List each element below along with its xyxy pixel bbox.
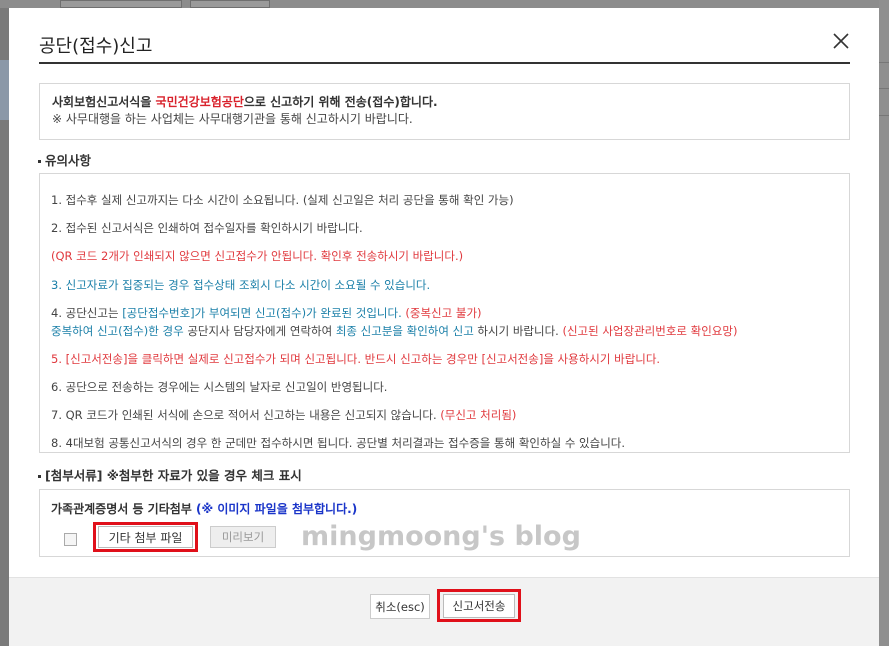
attachments-heading-text: [첨부서류] ※첨부한 자료가 있을 경우 체크 표시 xyxy=(45,468,302,483)
send-report-button[interactable]: 신고서전송 xyxy=(443,594,515,618)
agency-name: 국민건강보험공단 xyxy=(155,95,244,109)
preview-button[interactable]: 미리보기 xyxy=(210,526,276,548)
notice-sub: ※ 사무대행을 하는 사업체는 사무대행기관을 통해 신고하시기 바랍니다. xyxy=(52,112,413,126)
dialog-title: 공단(접수)신고 xyxy=(39,36,153,57)
attachment-checkbox[interactable] xyxy=(64,533,77,546)
attachment-hint: (※ 이미지 파일을 첨부합니다.) xyxy=(196,502,358,516)
note-text: 공단지사 담당자에게 연락하여 xyxy=(187,324,336,338)
bullet-icon xyxy=(38,475,41,478)
note-text: [공단접수번호]가 부여되면 신고(접수)가 완료된 것입니다. xyxy=(122,306,402,320)
close-icon xyxy=(833,33,849,49)
note-text: 4. 공단신고는 xyxy=(51,306,123,320)
note-item: 1. 접수후 실제 신고까지는 다소 시간이 소요됩니다. (실제 신고일은 처… xyxy=(51,193,514,207)
dialog-footer: 취소(esc) 신고서전송 xyxy=(9,577,879,646)
cancel-button[interactable]: 취소(esc) xyxy=(370,594,430,619)
precautions-heading-text: 유의사항 xyxy=(45,153,92,168)
attachments-heading: [첨부서류] ※첨부한 자료가 있을 경우 체크 표시 xyxy=(38,465,302,484)
close-button[interactable] xyxy=(830,30,852,52)
note-item: 7. QR 코드가 인쇄된 서식에 손으로 적어서 신고하는 내용은 신고되지 … xyxy=(51,407,516,423)
background-cell xyxy=(60,0,182,8)
note-text: (신고된 사업장관리번호로 확인요망) xyxy=(562,324,738,338)
note-text: 최종 신고분을 확인하여 신고 xyxy=(335,324,474,338)
note-item: (QR 코드 2개가 인쇄되지 않으면 신고접수가 안됩니다. 확인후 전송하시… xyxy=(51,249,464,263)
note-item: 2. 접수된 신고서식은 인쇄하여 접수일자를 확인하시기 바랍니다. xyxy=(51,221,363,235)
bullet-icon xyxy=(38,160,41,163)
note-text: 하시기 바랍니다. xyxy=(473,324,563,338)
attach-file-button[interactable]: 기타 첨부 파일 xyxy=(98,526,193,548)
attachment-title-text: 가족관계증명서 등 기타첨부 xyxy=(51,502,197,516)
background-row-line xyxy=(879,88,889,89)
background-cell xyxy=(190,0,270,8)
note-item: 6. 공단으로 전송하는 경우에는 시스템의 날자로 신고일이 반영됩니다. xyxy=(51,380,388,394)
notice-text: 사회보험신고서식을 xyxy=(52,95,156,109)
note-item: 3. 신고자료가 집중되는 경우 접수상태 조회시 다소 시간이 소요될 수 있… xyxy=(51,278,431,292)
notice-main: 사회보험신고서식을 국민건강보험공단으로 신고하기 위해 전송(접수)합니다. xyxy=(52,94,837,111)
note-item: 중복하여 신고(접수)한 경우 공단지사 담당자에게 연락하여 최종 신고분을 … xyxy=(51,323,737,339)
notice-box: 사회보험신고서식을 국민건강보험공단으로 신고하기 위해 전송(접수)합니다. … xyxy=(39,83,850,140)
background-page-left xyxy=(0,60,9,120)
attachment-title: 가족관계증명서 등 기타첨부 (※ 이미지 파일을 첨부합니다.) xyxy=(51,500,357,517)
background-page-header xyxy=(0,0,889,8)
note-item: 4. 공단신고는 [공단접수번호]가 부여되면 신고(접수)가 완료된 것입니다… xyxy=(51,305,482,321)
precautions-heading: 유의사항 xyxy=(38,150,91,169)
dialog-header: 공단(접수)신고 xyxy=(39,26,850,64)
note-item: 8. 4대보험 공통신고서식의 경우 한 군데만 접수하시면 됩니다. 공단별 … xyxy=(51,436,626,450)
note-text: 중복하여 신고(접수)한 경우 xyxy=(51,324,188,338)
report-dialog: 공단(접수)신고 사회보험신고서식을 국민건강보험공단으로 신고하기 위해 전송… xyxy=(9,8,879,646)
note-text: 7. QR 코드가 인쇄된 서식에 손으로 적어서 신고하는 내용은 신고되지 … xyxy=(51,408,441,422)
note-item: 5. [신고서전송]을 클릭하면 실제로 신고접수가 되며 신고됩니다. 반드시… xyxy=(51,352,661,366)
notice-text: 으로 신고하기 위해 전송(접수)합니다. xyxy=(243,95,438,109)
background-row-line xyxy=(879,62,889,63)
precautions-box: 1. 접수후 실제 신고까지는 다소 시간이 소요됩니다. (실제 신고일은 처… xyxy=(39,173,850,453)
note-text: (무신고 처리됨) xyxy=(440,408,517,422)
background-row-line xyxy=(879,115,889,116)
background-page-right xyxy=(879,0,889,646)
note-text: (중복신고 불가) xyxy=(401,306,482,320)
blog-watermark: mingmoong's blog xyxy=(301,521,581,552)
